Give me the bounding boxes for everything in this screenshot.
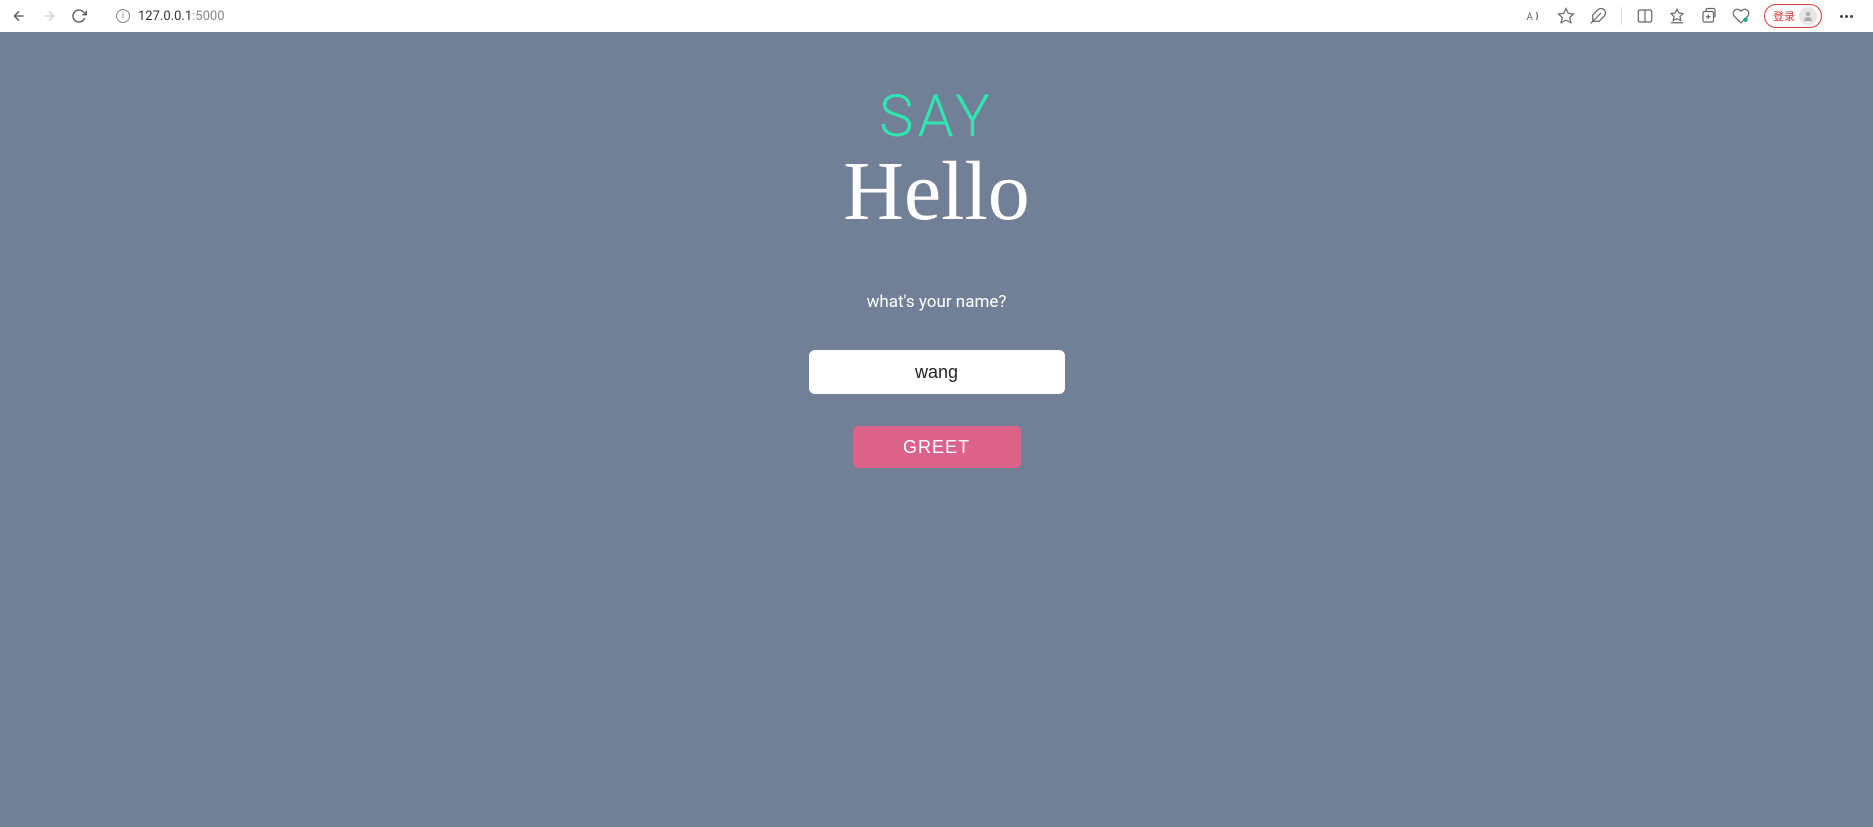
login-button[interactable]: 登录	[1764, 4, 1822, 28]
login-label: 登录	[1773, 8, 1795, 24]
svg-text:A: A	[1527, 12, 1534, 23]
favorites-list-icon[interactable]	[1668, 7, 1686, 25]
browser-toolbar: i 127.0.0.1:5000 A 登录	[0, 0, 1873, 32]
split-screen-icon[interactable]	[1636, 7, 1654, 25]
site-info-icon[interactable]: i	[116, 9, 130, 23]
name-input[interactable]	[809, 350, 1065, 394]
collections-icon[interactable]	[1700, 7, 1718, 25]
avatar-icon	[1799, 7, 1817, 25]
heading-hello: Hello	[843, 150, 1030, 234]
url-text: 127.0.0.1:5000	[138, 9, 225, 24]
nav-buttons	[10, 7, 88, 25]
page-content: SAY Hello what's your name? GREET	[0, 32, 1873, 827]
address-bar[interactable]: i 127.0.0.1:5000	[104, 3, 1509, 29]
name-prompt: what's your name?	[867, 292, 1007, 312]
heading-say: SAY	[879, 88, 994, 146]
greet-button[interactable]: GREET	[853, 426, 1021, 468]
more-menu-button[interactable]	[1836, 11, 1857, 22]
favorite-star-icon[interactable]	[1557, 7, 1575, 25]
reload-button[interactable]	[70, 7, 88, 25]
read-aloud-icon[interactable]: A	[1525, 7, 1543, 25]
extensions-icon[interactable]	[1589, 7, 1607, 25]
forward-button[interactable]	[40, 7, 58, 25]
toolbar-divider	[1621, 7, 1622, 25]
back-button[interactable]	[10, 7, 28, 25]
performance-icon[interactable]	[1732, 7, 1750, 25]
toolbar-right: A 登录	[1525, 4, 1863, 28]
